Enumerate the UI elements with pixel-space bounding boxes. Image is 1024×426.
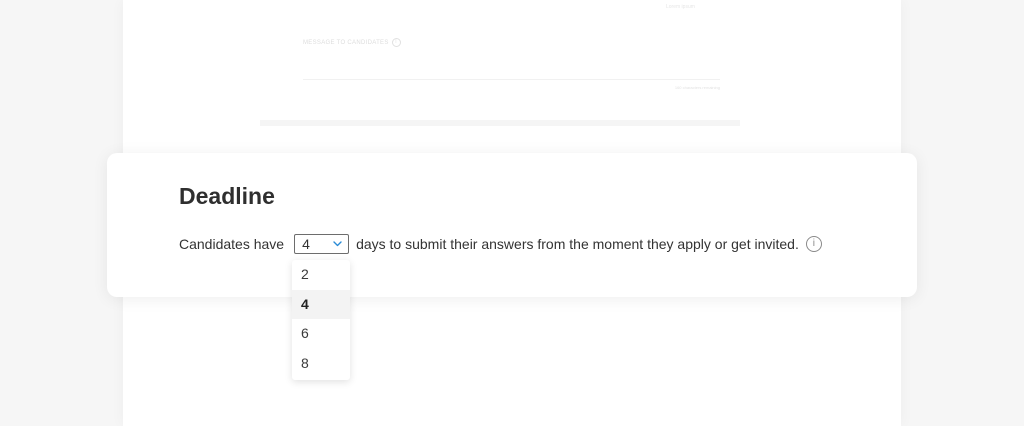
days-select[interactable]: 4: [294, 234, 350, 254]
deadline-card: Deadline Candidates have 4 days to submi…: [107, 153, 917, 297]
info-icon[interactable]: i: [805, 236, 822, 252]
background-hint: Lorem ipsum: [666, 4, 695, 10]
deadline-suffix: days to submit their answers from the mo…: [356, 236, 799, 252]
message-label-text: MESSAGE TO CANDIDATES: [303, 39, 389, 46]
days-option[interactable]: 8: [292, 349, 350, 379]
deadline-prefix: Candidates have: [179, 236, 285, 252]
characters-remaining: 160 characters remaining: [674, 85, 720, 90]
deadline-title: Deadline: [179, 183, 275, 209]
days-option-selected[interactable]: 4: [292, 289, 350, 319]
days-select-value: 4: [302, 236, 310, 252]
message-label: MESSAGE TO CANDIDATES i: [303, 38, 401, 47]
deadline-sentence: Candidates have 4 days to submit their a…: [179, 233, 822, 255]
info-icon: i: [391, 38, 401, 47]
days-dropdown: 2 4 6 8: [292, 260, 350, 380]
message-field: [303, 79, 720, 80]
chevron-down-icon: [333, 241, 342, 247]
background-divider: [260, 120, 740, 126]
days-option[interactable]: 2: [292, 260, 350, 290]
days-option[interactable]: 6: [292, 319, 350, 349]
